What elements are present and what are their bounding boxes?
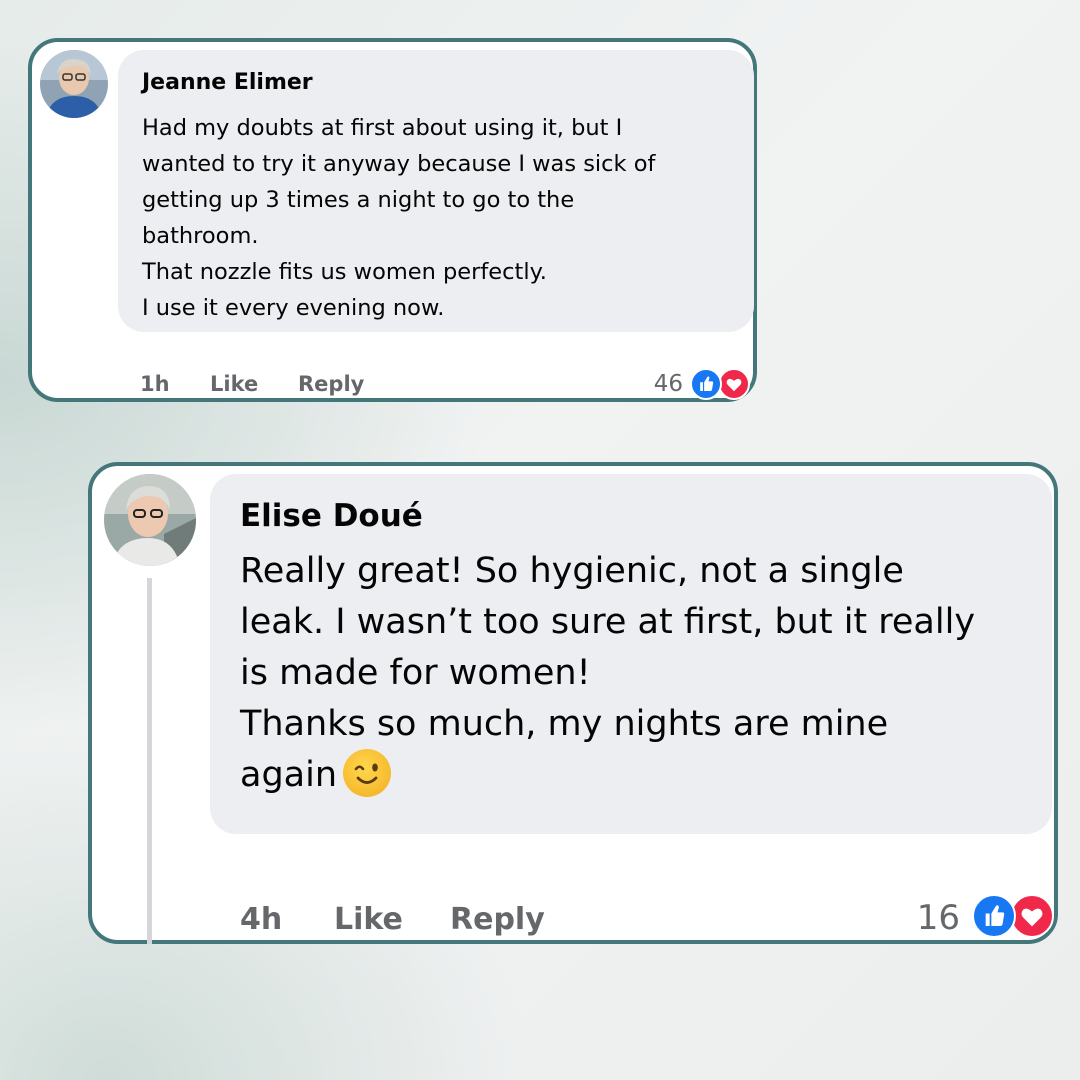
comment-line: leak. I wasn’t too sure at first, but it…: [240, 602, 976, 642]
reaction-icons[interactable]: [972, 894, 1056, 938]
like-icon: [690, 368, 722, 400]
comment-text: Really great! So hygienic, not a single …: [240, 546, 1022, 801]
comment-card: Jeanne Elimer Had my doubts at first abo…: [28, 38, 757, 402]
comment-line: getting up 3 times a night to go to the: [142, 187, 575, 213]
reaction-icons[interactable]: [690, 368, 754, 400]
comment-line: I use it every evening now.: [142, 295, 445, 321]
love-icon: [718, 368, 750, 400]
avatar[interactable]: [104, 474, 196, 566]
reply-button[interactable]: Reply: [298, 372, 364, 396]
comment-text: Had my doubts at first about using it, b…: [142, 110, 730, 326]
comment-line: Had my doubts at first about using it, b…: [142, 115, 623, 141]
comment-author[interactable]: Elise Doué: [240, 496, 1022, 536]
comment-timestamp[interactable]: 4h: [240, 902, 282, 937]
comment-bubble: Elise Doué Really great! So hygienic, no…: [210, 474, 1052, 834]
reaction-count[interactable]: 16: [917, 898, 960, 938]
comment-author[interactable]: Jeanne Elimer: [142, 68, 730, 98]
comment-card: Elise Doué Really great! So hygienic, no…: [88, 462, 1058, 944]
comment-line: Thanks so much, my nights are mine: [240, 704, 889, 744]
like-icon: [972, 894, 1016, 938]
comment-line: That nozzle fits us women perfectly.: [142, 259, 547, 285]
winking-smile-emoji: [343, 749, 392, 797]
love-icon: [1010, 894, 1054, 938]
comment-line-last: again: [240, 749, 1022, 801]
comment-line: bathroom.: [142, 223, 259, 249]
comment-line: is made for women!: [240, 653, 591, 693]
reaction-count[interactable]: 46: [654, 371, 683, 397]
like-button[interactable]: Like: [334, 902, 403, 937]
like-button[interactable]: Like: [210, 372, 258, 396]
reply-button[interactable]: Reply: [450, 902, 545, 937]
thread-line: [147, 578, 152, 944]
comment-line: Really great! So hygienic, not a single: [240, 551, 904, 591]
comment-line: wanted to try it anyway because I was si…: [142, 151, 656, 177]
comment-bubble: Jeanne Elimer Had my doubts at first abo…: [118, 50, 754, 332]
avatar[interactable]: [40, 50, 108, 118]
comment-line: again: [240, 755, 338, 795]
comment-timestamp[interactable]: 1h: [140, 372, 170, 396]
